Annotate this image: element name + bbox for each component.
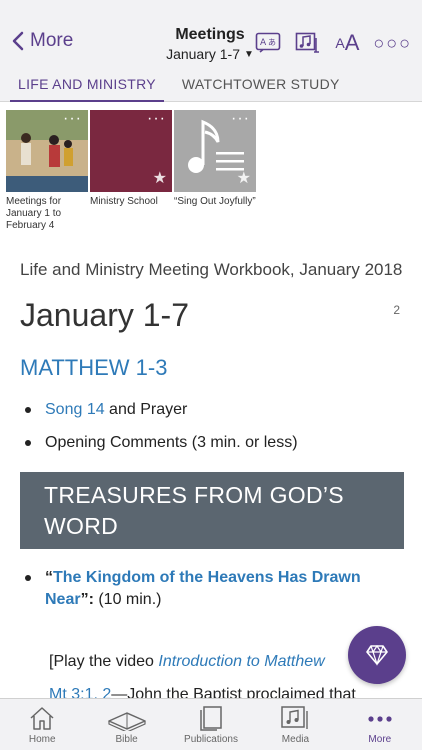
svg-text:あ: あ — [268, 38, 276, 47]
text-size-icon[interactable]: AA — [335, 30, 359, 56]
tab-publications[interactable]: Publications — [169, 699, 253, 750]
nav-title: Meetings — [175, 26, 245, 43]
publication-title: Life and Ministry Meeting Workbook, Janu… — [20, 260, 403, 279]
caret-down-icon: ▼ — [244, 48, 254, 60]
svg-text:A: A — [260, 38, 267, 48]
week-heading: January 1-7 — [20, 297, 189, 333]
back-button[interactable]: More — [12, 30, 73, 52]
meeting-week-picker[interactable]: Meetings January 1-7 ▼ — [150, 26, 270, 64]
thumbnail-image: ··· — [6, 110, 88, 192]
tab-more[interactable]: More — [338, 699, 422, 750]
section-heading: TREASURES FROM GOD’S WORD — [20, 472, 404, 549]
thumbnail-image: ··· ★ — [90, 110, 172, 192]
tab-watchtower-study[interactable]: WATCHTOWER STUDY — [174, 66, 348, 102]
page-number: 2 — [393, 303, 400, 317]
tab-life-and-ministry[interactable]: LIFE AND MINISTRY — [10, 66, 164, 102]
meeting-tabs: LIFE AND MINISTRY WATCHTOWER STUDY — [0, 66, 422, 102]
more-options-icon[interactable]: ··· — [63, 110, 82, 128]
list-item: Opening Comments (3 min. or less) — [20, 432, 404, 454]
media-icon — [281, 706, 309, 729]
list-item: Song 14 and Prayer — [20, 399, 404, 421]
video-link[interactable]: Introduction to Matthew — [158, 653, 324, 670]
tab-home[interactable]: Home — [0, 699, 84, 750]
bible-icon — [107, 712, 146, 731]
tab-bible[interactable]: Bible — [84, 699, 168, 750]
tab-label: Media — [281, 734, 310, 745]
more-options-icon[interactable]: ○○○ — [373, 33, 412, 54]
media-item-ministry-school[interactable]: ··· ★ Ministry School — [90, 110, 172, 232]
media-item-song[interactable]: ··· ★ “Sing Out Joyfully” — [174, 110, 256, 232]
back-label: More — [30, 30, 74, 51]
star-icon[interactable]: ★ — [237, 168, 251, 188]
media-item-meetings-video[interactable]: ··· Meetings for January 1 to February 4 — [6, 110, 88, 232]
tab-label: Home — [28, 734, 56, 745]
more-options-icon[interactable]: ··· — [147, 110, 166, 128]
list-item: “The Kingdom of the Heavens Has Drawn Ne… — [20, 567, 404, 611]
article-content: Life and Ministry Meeting Workbook, Janu… — [20, 258, 404, 622]
tab-label: More — [368, 734, 392, 745]
media-caption: Meetings for January 1 to February 4 — [6, 196, 62, 231]
nav-subtitle: January 1-7 — [166, 46, 241, 62]
publications-icon — [200, 706, 222, 731]
bible-reading-link[interactable]: MATTHEW 1-3 — [20, 355, 404, 381]
navigation-bar: More Meetings January 1-7 ▼ Aあ AA ○○○ — [0, 0, 422, 66]
thumbnail-image: ··· ★ — [174, 110, 256, 192]
more-options-icon[interactable]: ··· — [231, 110, 250, 128]
media-caption: “Sing Out Joyfully” — [174, 196, 256, 207]
song-link[interactable]: Song 14 — [45, 401, 105, 418]
media-caption: Ministry School — [90, 196, 158, 207]
bottom-tab-bar: Home Bible Publications Media More — [0, 698, 422, 750]
tab-label: Publications — [184, 734, 238, 745]
language-icon[interactable]: Aあ — [255, 32, 281, 54]
tab-label: Bible — [115, 734, 138, 745]
media-playlist-icon[interactable] — [295, 32, 321, 54]
star-icon[interactable]: ★ — [153, 168, 167, 188]
more-icon — [368, 716, 392, 722]
chevron-left-icon — [12, 31, 24, 51]
tab-media[interactable]: Media — [253, 699, 337, 750]
home-icon — [30, 707, 54, 730]
gem-icon — [366, 644, 388, 666]
media-strip: ··· Meetings for January 1 to February 4… — [6, 110, 256, 232]
research-guide-button[interactable] — [348, 626, 406, 684]
